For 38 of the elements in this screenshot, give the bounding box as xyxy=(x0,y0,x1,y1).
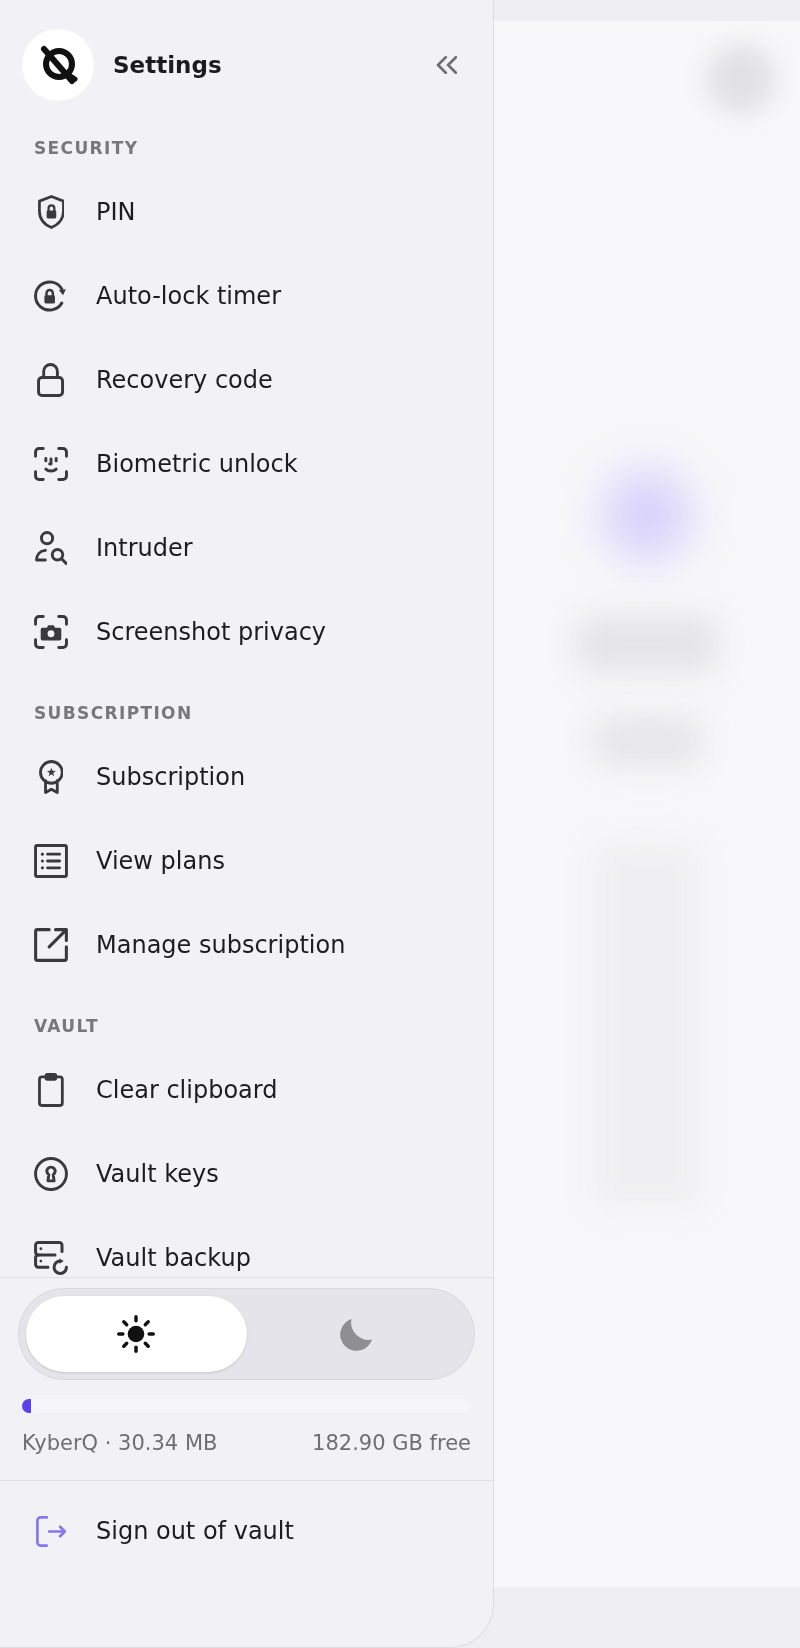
menu-item[interactable]: Intruder xyxy=(34,531,193,565)
shield-lock-icon xyxy=(37,195,65,229)
menu-item[interactable]: Clear clipboard xyxy=(34,1073,278,1107)
camera-scan-icon xyxy=(34,615,68,649)
menu-item[interactable]: Recovery code xyxy=(34,363,273,397)
theme-option[interactable] xyxy=(26,1296,247,1372)
user-search-icon xyxy=(34,531,68,565)
server-refresh-icon xyxy=(34,1241,68,1275)
lock-refresh-icon xyxy=(34,279,68,313)
collapse-button[interactable] xyxy=(435,56,457,74)
section-heading: SUBSCRIPTION xyxy=(34,703,193,723)
menu-item[interactable]: Auto-lock timer xyxy=(34,279,281,313)
menu-item[interactable]: Vault keys xyxy=(34,1157,219,1191)
face-scan-icon xyxy=(34,447,68,481)
menu-item[interactable]: Manage subscription xyxy=(34,928,346,962)
menu-item[interactable]: View plans xyxy=(34,844,225,878)
sun-icon xyxy=(117,1315,156,1353)
menu-item[interactable]: Biometric unlock xyxy=(34,447,298,481)
menu-item[interactable]: Screenshot privacy xyxy=(34,615,327,649)
logo-icon xyxy=(22,29,94,101)
list-icon xyxy=(34,844,68,878)
sign-out-button[interactable]: Sign out of vault xyxy=(34,1514,294,1548)
menu-item[interactable]: Subscription xyxy=(34,760,246,794)
section-heading: SECURITY xyxy=(34,138,139,158)
storage-used-label: KyberQ · 30.34 MB xyxy=(22,1430,218,1456)
logout-icon xyxy=(35,1515,67,1547)
keyhole-icon xyxy=(34,1157,68,1191)
section-heading: VAULT xyxy=(34,1016,99,1036)
clipboard-icon xyxy=(38,1073,64,1107)
moon-icon xyxy=(340,1317,374,1351)
storage-free-label: 182.90 GB free xyxy=(312,1430,471,1456)
chevrons-left-icon xyxy=(435,56,457,74)
external-link-icon xyxy=(34,928,68,962)
menu-item[interactable]: PIN xyxy=(34,195,136,229)
padlock-icon xyxy=(37,363,65,397)
menu-item[interactable]: Vault backup xyxy=(34,1241,251,1275)
award-star-icon xyxy=(38,760,64,794)
sidebar-title: Settings xyxy=(113,51,222,80)
